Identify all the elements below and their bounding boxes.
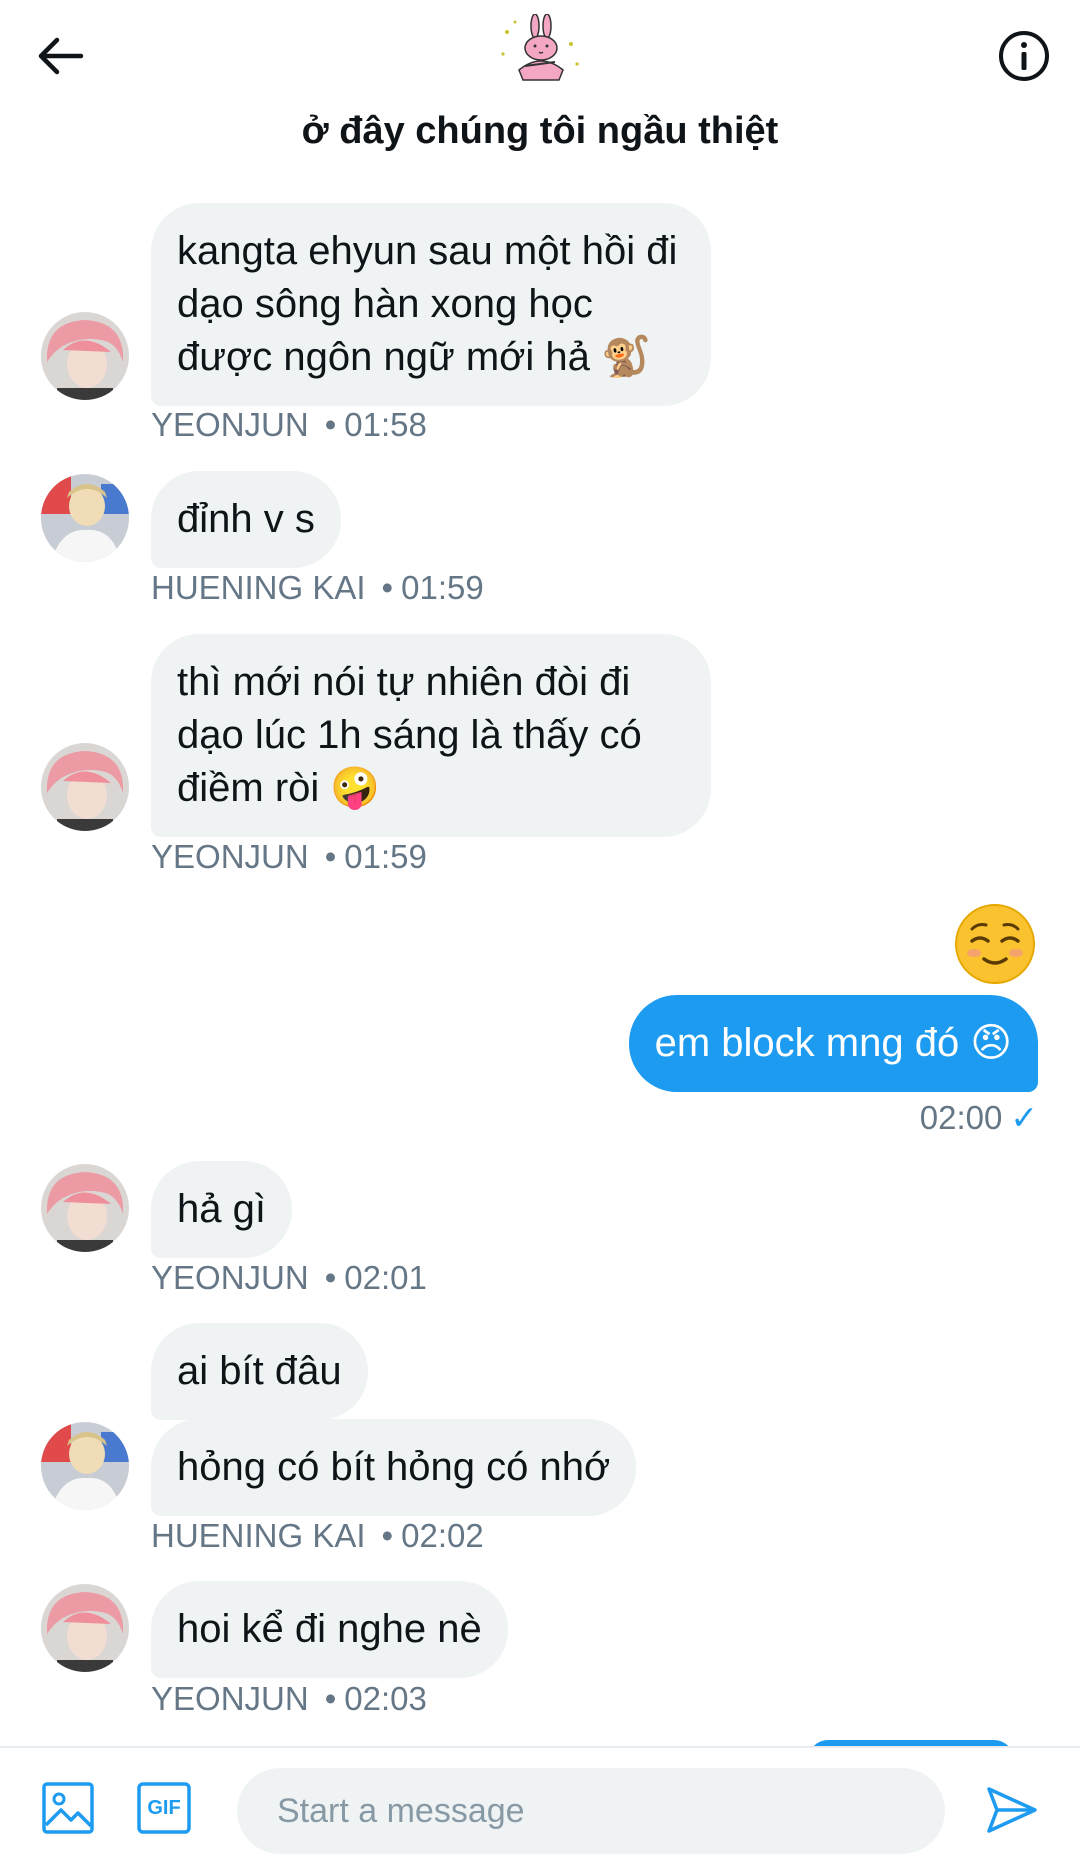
sender-name: YEONJUN (151, 406, 309, 443)
message-bubble[interactable]: hỏng có bít hỏng có nhớ (151, 1419, 637, 1516)
message-time: 02:02 (401, 1517, 484, 1554)
sender-name: HUENING KAI (151, 569, 366, 606)
back-button[interactable] (30, 26, 90, 86)
sender-name: YEONJUN (151, 1259, 309, 1296)
sender-name: HUENING KAI (151, 1517, 366, 1554)
message-time: 01:59 (401, 569, 484, 606)
avatar-huening-kai[interactable] (41, 1422, 129, 1510)
message-meta: HUENING KAI • 01:59 (151, 569, 484, 606)
avatar-yeonjun[interactable] (41, 743, 129, 831)
outgoing-message-bubble[interactable]: em block mng đó 😠 (628, 995, 1038, 1092)
sender-name: YEONJUN (151, 1680, 309, 1717)
gif-label: GIF (147, 1796, 181, 1819)
message-bubble[interactable]: thì mới nói tự nhiên đòi đi dạo lúc 1h s… (151, 634, 711, 837)
arrow-left-icon (38, 37, 84, 75)
message-bubble[interactable]: đỉnh v s (151, 471, 341, 568)
avatar-yeonjun[interactable] (41, 1164, 129, 1252)
image-icon (42, 1782, 94, 1834)
message-meta: HUENING KAI • 02:02 (151, 1517, 484, 1554)
send-icon (987, 1787, 1037, 1833)
avatar-yeonjun[interactable] (41, 1584, 129, 1672)
message-bubble[interactable]: hoi kể đi nghe nè (151, 1581, 508, 1678)
conversation-title[interactable]: ở đây chúng tôi ngầu thiệt (0, 110, 1080, 153)
avatar-huening-kai[interactable] (41, 474, 129, 562)
conversation-header: ở đây chúng tôi ngầu thiệt (0, 0, 1080, 175)
add-image-button[interactable] (40, 1780, 96, 1836)
send-button[interactable] (984, 1782, 1040, 1838)
message-meta: YEONJUN • 02:03 (151, 1680, 427, 1717)
sent-check-icon: ✓ (1010, 1099, 1038, 1136)
message-bubble[interactable]: hả gì (151, 1161, 292, 1258)
info-icon (999, 31, 1049, 81)
group-avatar[interactable] (495, 13, 585, 86)
message-bubble[interactable]: kangta ehyun sau một hồi đi dạo sông hàn… (151, 203, 711, 406)
message-time: 01:59 (344, 838, 427, 875)
message-bubble[interactable]: ai bít đâu (151, 1323, 368, 1420)
sender-name: YEONJUN (151, 838, 309, 875)
avatar-yeonjun[interactable] (41, 312, 129, 400)
rabbit-sticker-icon (501, 13, 579, 81)
message-time: 01:58 (344, 406, 427, 443)
message-meta: YEONJUN • 01:59 (151, 838, 427, 875)
message-time: 02:01 (344, 1259, 427, 1296)
message-meta: 02:00 ✓ (920, 1098, 1038, 1137)
info-button[interactable] (994, 26, 1054, 86)
add-gif-button[interactable]: GIF (136, 1780, 192, 1836)
message-meta: YEONJUN • 02:01 (151, 1259, 427, 1296)
message-time: 02:03 (344, 1680, 427, 1717)
message-input[interactable] (237, 1768, 945, 1854)
message-meta: YEONJUN • 01:58 (151, 406, 427, 443)
message-time: 02:00 (919, 1099, 1003, 1136)
relieved-face-emoji[interactable] (954, 903, 1036, 985)
